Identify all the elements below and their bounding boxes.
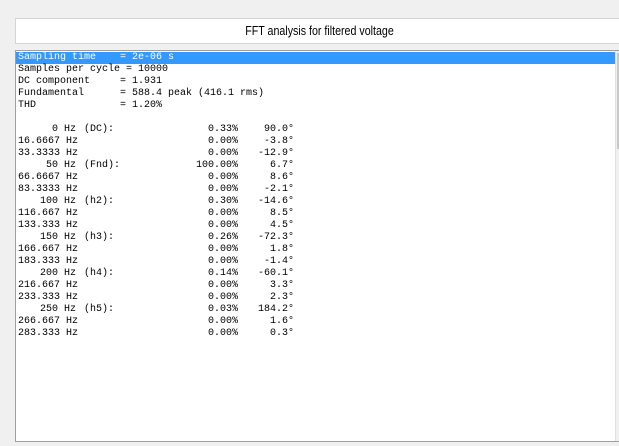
- phase-cell: -72.3°: [257, 232, 294, 243]
- frequency-cell: 233.333 Hz: [18, 292, 79, 303]
- harmonic-label-cell: (DC):: [84, 124, 115, 135]
- frequency-cell: 216.667 Hz: [18, 280, 79, 291]
- phase-cell: 0.3°: [269, 328, 294, 339]
- header-line[interactable]: THD = 1.20%: [16, 100, 162, 112]
- phase-cell: -1.4°: [263, 256, 294, 267]
- harmonic-label-cell: (h5):: [84, 304, 115, 315]
- harmonic-row[interactable]: 33.3333 Hz 0.00% -12.9°: [16, 148, 294, 160]
- harmonic-row[interactable]: 133.333 Hz 0.00% 4.5°: [16, 220, 294, 232]
- frequency-cell: 283.333 Hz: [18, 328, 79, 339]
- magnitude-percent-cell: 0.00%: [207, 256, 238, 267]
- magnitude-percent-cell: 0.00%: [207, 208, 238, 219]
- magnitude-percent-cell: 0.26%: [207, 232, 238, 243]
- phase-cell: -2.1°: [263, 184, 294, 195]
- header-line[interactable]: DC component = 1.931: [16, 76, 162, 88]
- header-line[interactable]: Samples per cycle = 10000: [16, 64, 168, 76]
- magnitude-percent-cell: 0.00%: [207, 244, 238, 255]
- harmonic-label-cell: (Fnd):: [84, 160, 121, 171]
- frequency-cell: 166.667 Hz: [18, 244, 79, 255]
- magnitude-percent-cell: 0.33%: [207, 124, 238, 135]
- phase-cell: 90.0°: [263, 124, 294, 135]
- frequency-cell: 266.667 Hz: [18, 316, 79, 327]
- selected-list-item[interactable]: Sampling time = 2e-06 s: [16, 52, 618, 64]
- title-box: FFT analysis for filtered voltage: [15, 18, 619, 44]
- harmonic-row[interactable]: 216.667 Hz 0.00% 3.3°: [16, 280, 294, 292]
- magnitude-percent-cell: 0.03%: [207, 304, 238, 315]
- phase-cell: 2.3°: [269, 292, 294, 303]
- phase-cell: 1.6°: [269, 316, 294, 327]
- magnitude-percent-cell: 0.00%: [207, 292, 238, 303]
- blank-line[interactable]: [16, 112, 18, 124]
- harmonic-row[interactable]: 100 Hz (h2): 0.30% -14.6°: [16, 196, 294, 208]
- phase-cell: -14.6°: [257, 196, 294, 207]
- magnitude-percent-cell: 0.00%: [207, 316, 238, 327]
- phase-cell: 8.5°: [269, 208, 294, 219]
- frequency-cell: 183.333 Hz: [18, 256, 79, 267]
- harmonic-row[interactable]: 116.667 Hz 0.00% 8.5°: [16, 208, 294, 220]
- harmonic-row[interactable]: 66.6667 Hz 0.00% 8.6°: [16, 172, 294, 184]
- frequency-cell: 100 Hz: [39, 196, 76, 207]
- frequency-cell: 200 Hz: [39, 268, 76, 279]
- frequency-cell: 33.3333 Hz: [18, 148, 79, 159]
- harmonic-row[interactable]: 283.333 Hz 0.00% 0.3°: [16, 328, 294, 340]
- magnitude-percent-cell: 0.00%: [207, 220, 238, 231]
- frequency-cell: 150 Hz: [39, 232, 76, 243]
- harmonic-row[interactable]: 0 Hz (DC): 0.33% 90.0°: [16, 124, 294, 136]
- harmonic-row[interactable]: 83.3333 Hz 0.00% -2.1°: [16, 184, 294, 196]
- harmonic-row[interactable]: 150 Hz (h3): 0.26% -72.3°: [16, 232, 294, 244]
- harmonic-row[interactable]: 16.6667 Hz 0.00% -3.8°: [16, 136, 294, 148]
- frequency-cell: 116.667 Hz: [18, 208, 79, 219]
- frequency-cell: 83.3333 Hz: [18, 184, 79, 195]
- phase-cell: -12.9°: [257, 148, 294, 159]
- phase-cell: -60.1°: [257, 268, 294, 279]
- phase-cell: 8.6°: [269, 172, 294, 183]
- phase-cell: -3.8°: [263, 136, 294, 147]
- phase-cell: 6.7°: [269, 160, 294, 171]
- frequency-cell: 50 Hz: [45, 160, 76, 171]
- harmonic-label-cell: (h4):: [84, 268, 115, 279]
- title-bar: FFT analysis for filtered voltage: [0, 0, 619, 50]
- magnitude-percent-cell: 0.00%: [207, 148, 238, 159]
- frequency-cell: 66.6667 Hz: [18, 172, 79, 183]
- frequency-cell: 250 Hz: [39, 304, 76, 315]
- frequency-cell: 16.6667 Hz: [18, 136, 79, 147]
- harmonic-row[interactable]: 233.333 Hz 0.00% 2.3°: [16, 292, 294, 304]
- frequency-cell: 133.333 Hz: [18, 220, 79, 231]
- magnitude-percent-cell: 0.00%: [207, 184, 238, 195]
- phase-cell: 1.8°: [269, 244, 294, 255]
- magnitude-percent-cell: 100.00%: [195, 160, 238, 171]
- phase-cell: 4.5°: [269, 220, 294, 231]
- magnitude-percent-cell: 0.00%: [207, 136, 238, 147]
- magnitude-percent-cell: 0.00%: [207, 172, 238, 183]
- header-line[interactable]: Fundamental = 588.4 peak (416.1 rms): [16, 88, 264, 100]
- harmonic-row[interactable]: 200 Hz (h4): 0.14% -60.1°: [16, 268, 294, 280]
- harmonic-row[interactable]: 266.667 Hz 0.00% 1.6°: [16, 316, 294, 328]
- harmonic-row[interactable]: 183.333 Hz 0.00% -1.4°: [16, 256, 294, 268]
- magnitude-percent-cell: 0.14%: [207, 268, 238, 279]
- magnitude-percent-cell: 0.00%: [207, 328, 238, 339]
- harmonic-row[interactable]: 50 Hz (Fnd): 100.00% 6.7°: [16, 160, 294, 172]
- phase-cell: 3.3°: [269, 280, 294, 291]
- harmonic-label-cell: (h3):: [84, 232, 115, 243]
- fft-results-listbox[interactable]: Sampling time = 2e-06 s Samples per cycle…: [15, 50, 619, 442]
- window-title: FFT analysis for filtered voltage: [245, 23, 394, 38]
- magnitude-percent-cell: 0.00%: [207, 280, 238, 291]
- harmonic-label-cell: (h2):: [84, 196, 115, 207]
- vertical-scrollbar[interactable]: [615, 51, 619, 441]
- harmonic-row[interactable]: 250 Hz (h5): 0.03% 184.2°: [16, 304, 294, 316]
- harmonic-row[interactable]: 166.667 Hz 0.00% 1.8°: [16, 244, 294, 256]
- magnitude-percent-cell: 0.30%: [207, 196, 238, 207]
- frequency-cell: 0 Hz: [51, 124, 76, 135]
- phase-cell: 184.2°: [257, 304, 294, 315]
